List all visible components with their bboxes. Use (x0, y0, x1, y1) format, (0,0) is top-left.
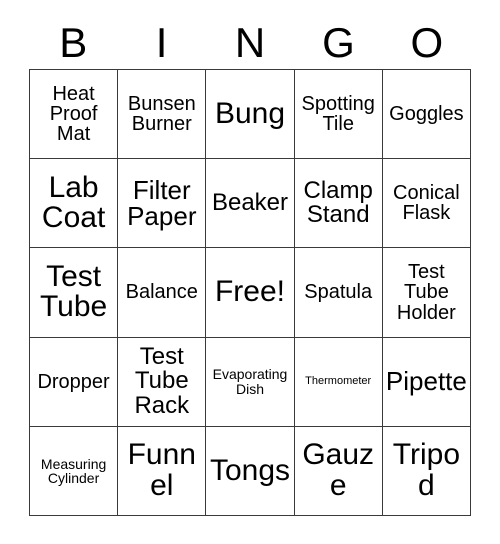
bingo-cell-label: Funnel (127, 438, 196, 502)
bingo-cell-label: Bung (214, 96, 286, 130)
bingo-cell-label: Evaporating Dish (212, 366, 288, 397)
bingo-cell-label: Measuring Cylinder (40, 455, 107, 486)
bingo-cell-label: Goggles (389, 102, 464, 125)
bingo-cell-label: Spotting Tile (301, 92, 375, 136)
bingo-cell-label: Tripod (392, 438, 461, 502)
bingo-cell[interactable]: Thermometer (294, 337, 383, 427)
bingo-cell-label: Test Tube Holder (396, 260, 456, 324)
bingo-cell[interactable]: Spotting Tile (294, 70, 383, 160)
bingo-cell-label: Free! (214, 275, 285, 309)
bingo-header-letter-n: N (234, 19, 266, 66)
bingo-header-letter-i: I (155, 19, 168, 66)
bingo-cell[interactable]: Evaporating Dish (206, 337, 295, 427)
bingo-cell-label: Bunsen Burner (127, 92, 196, 136)
bingo-header-row: BINGO (29, 18, 471, 68)
bingo-free-space-cell[interactable]: Free! (206, 248, 295, 338)
bingo-cell-label: Filter Paper (127, 174, 197, 232)
bingo-cell[interactable]: Gauze (294, 426, 383, 516)
bingo-cell[interactable]: Clamp Stand (294, 159, 383, 249)
bingo-cell-label: Beaker (211, 189, 289, 217)
bingo-header-letter-g: G (322, 19, 355, 66)
bingo-cell-label: Heat Proof Mat (49, 82, 98, 146)
bingo-cell[interactable]: Funnel (118, 426, 207, 516)
bingo-cell[interactable]: Heat Proof Mat (30, 70, 119, 160)
bingo-card: B I N G O Heat Proof Mat Bunsen Burner Bung Spo… (0, 0, 500, 544)
bingo-cell[interactable]: Pipette (382, 337, 471, 427)
bingo-cell[interactable]: Measuring Cylinder (30, 426, 119, 516)
bingo-cell-label: Clamp Stand (303, 176, 373, 229)
bingo-cell-label: Dropper (37, 370, 110, 393)
bingo-cell-label: Spatula (304, 281, 373, 304)
bingo-cell[interactable]: Bung (206, 70, 295, 160)
bingo-cell-label: Test Tube Rack (134, 342, 190, 419)
bingo-cell-label: Tongs (209, 453, 291, 487)
bingo-cell-label: Pipette (385, 366, 467, 397)
bingo-cell[interactable]: Test Tube Rack (118, 337, 207, 427)
bingo-cell[interactable]: Goggles (382, 70, 471, 160)
bingo-cell-label: Lab Coat (41, 170, 106, 235)
bingo-cell[interactable]: Conical Flask (382, 159, 471, 249)
bingo-cell-label: Conical Flask (393, 181, 460, 225)
bingo-cell[interactable]: Lab Coat (30, 159, 119, 249)
bingo-cell-label: Thermometer (305, 375, 372, 388)
bingo-cell[interactable]: Bunsen Burner (118, 70, 207, 160)
bingo-cell[interactable]: Test Tube (30, 248, 119, 338)
bingo-grid: Heat Proof Mat Bunsen Burner Bung Spotting … (29, 69, 471, 516)
bingo-cell-label: Gauze (302, 438, 375, 502)
bingo-cell[interactable]: Tripod (382, 426, 471, 516)
bingo-cell-label: Balance (125, 281, 198, 304)
bingo-cell[interactable]: Spatula (294, 248, 383, 338)
bingo-cell[interactable]: Dropper (30, 337, 119, 427)
bingo-cell[interactable]: Balance (118, 248, 207, 338)
bingo-cell[interactable]: Beaker (206, 159, 295, 249)
bingo-header-letter-o: O (410, 19, 444, 66)
bingo-cell[interactable]: Filter Paper (118, 159, 207, 249)
bingo-cell[interactable]: Test Tube Holder (382, 248, 471, 338)
bingo-cell[interactable]: Tongs (206, 426, 295, 516)
bingo-header-letter-b: B (59, 19, 88, 66)
bingo-cell-label: Test Tube (39, 259, 108, 324)
